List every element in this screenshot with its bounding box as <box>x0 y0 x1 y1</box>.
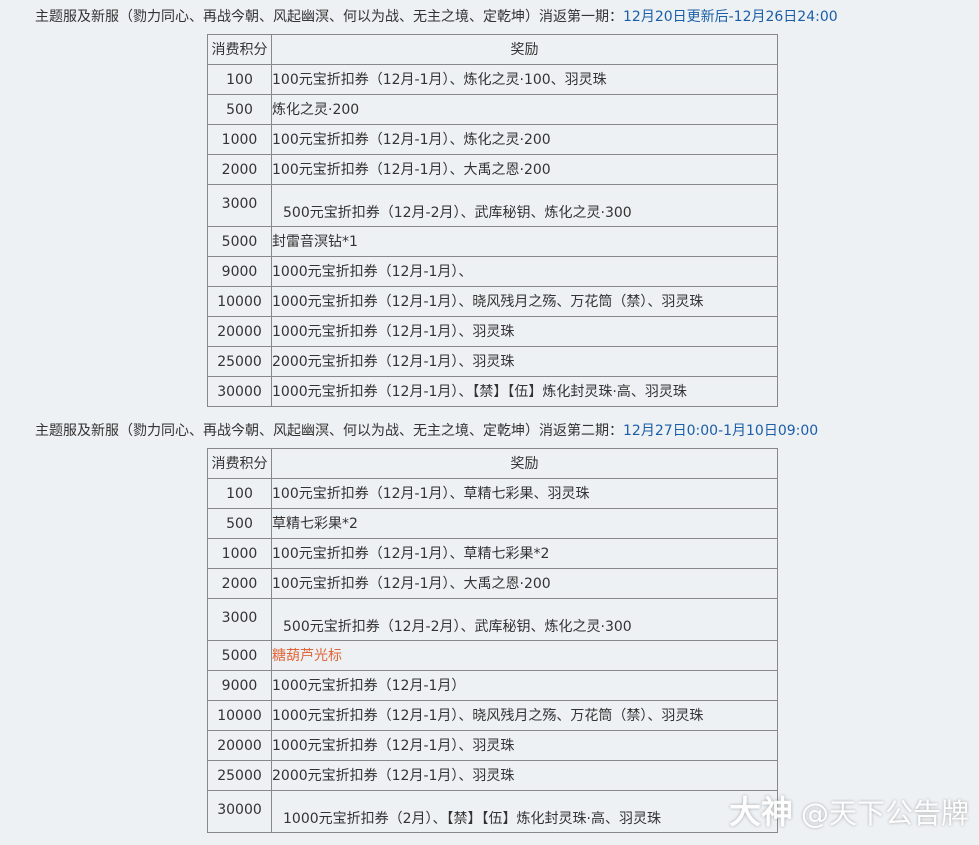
section2-title-prefix: 主题服及新服（勠力同心、再战今朝、风起幽溟、何以为战、无主之境、定乾坤）消返第二… <box>35 423 623 439</box>
points-cell: 2000 <box>207 568 272 599</box>
watermark: 大神 @天下公告牌 <box>729 787 969 833</box>
points-cell: 25000 <box>207 346 272 377</box>
points-cell: 1000 <box>207 538 272 569</box>
reward-cell: 100元宝折扣券（12月-1月）、炼化之灵·100、羽灵珠 <box>271 64 778 95</box>
reward-cell: 草精七彩果*2 <box>271 508 778 539</box>
points-cell: 500 <box>207 508 272 539</box>
table-row: 1000 100元宝折扣券（12月-1月）、草精七彩果*2 <box>207 538 778 569</box>
header-points: 消费积分 <box>207 448 272 479</box>
table-row: 30000 1000元宝折扣券（2月）、【禁】【伍】炼化封灵珠·高、羽灵珠 <box>207 790 778 833</box>
points-cell: 30000 <box>207 790 272 833</box>
section2-title: 主题服及新服（勠力同心、再战今朝、风起幽溟、何以为战、无主之境、定乾坤）消返第二… <box>35 422 818 440</box>
reward-cell: 1000元宝折扣券（12月-1月）、羽灵珠 <box>271 316 778 347</box>
watermark-text: @天下公告牌 <box>800 797 969 830</box>
points-cell: 9000 <box>207 670 272 701</box>
table-row: 20000 1000元宝折扣券（12月-1月）、羽灵珠 <box>207 730 778 761</box>
reward-cell: 100元宝折扣券（12月-1月）、草精七彩果*2 <box>271 538 778 569</box>
reward-cell: 100元宝折扣券（12月-1月）、炼化之灵·200 <box>271 124 778 155</box>
table-row: 500 草精七彩果*2 <box>207 508 778 539</box>
announcement-page: 主题服及新服（勠力同心、再战今朝、风起幽溟、何以为战、无主之境、定乾坤）消返第一… <box>0 0 979 845</box>
points-cell: 10000 <box>207 700 272 731</box>
reward-cell: 1000元宝折扣券（2月）、【禁】【伍】炼化封灵珠·高、羽灵珠 <box>271 790 778 833</box>
reward-cell: 100元宝折扣券（12月-1月）、大禹之恩·200 <box>271 154 778 185</box>
points-cell: 9000 <box>207 256 272 287</box>
section1-title-time: 12月20日更新后-12月26日24:00 <box>623 9 838 25</box>
reward-cell: 1000元宝折扣券（12月-1月）、【禁】【伍】炼化封灵珠·高、羽灵珠 <box>271 376 778 407</box>
points-cell: 20000 <box>207 730 272 761</box>
table-row: 5000 糖葫芦光标 <box>207 640 778 671</box>
reward-cell: 1000元宝折扣券（12月-1月）、羽灵珠 <box>271 730 778 761</box>
table-row: 30000 1000元宝折扣券（12月-1月）、【禁】【伍】炼化封灵珠·高、羽灵珠 <box>207 376 778 407</box>
watermark-logo: 大神 <box>728 793 793 831</box>
points-cell: 3000 <box>207 598 272 641</box>
table-header-row: 消费积分 奖励 <box>207 448 778 479</box>
section1-reward-table: 消费积分 奖励 100 100元宝折扣券（12月-1月）、炼化之灵·100、羽灵珠… <box>207 34 778 407</box>
reward-cell-highlight: 糖葫芦光标 <box>271 640 778 671</box>
reward-cell: 炼化之灵·200 <box>271 94 778 125</box>
table-row: 25000 2000元宝折扣券（12月-1月）、羽灵珠 <box>207 346 778 377</box>
reward-cell: 500元宝折扣券（12月-2月）、武库秘钥、炼化之灵·300 <box>271 184 778 227</box>
table-row: 100 100元宝折扣券（12月-1月）、草精七彩果、羽灵珠 <box>207 478 778 509</box>
table-header-row: 消费积分 奖励 <box>207 34 778 65</box>
points-cell: 10000 <box>207 286 272 317</box>
reward-cell: 2000元宝折扣券（12月-1月）、羽灵珠 <box>271 346 778 377</box>
reward-cell: 1000元宝折扣券（12月-1月）、 <box>271 256 778 287</box>
points-cell: 500 <box>207 94 272 125</box>
reward-cell: 封雷音溟钻*1 <box>271 226 778 257</box>
table-row: 3000 500元宝折扣券（12月-2月）、武库秘钥、炼化之灵·300 <box>207 598 778 641</box>
section2-title-time: 12月27日0:00-1月10日09:00 <box>623 423 819 439</box>
table-row: 10000 1000元宝折扣券（12月-1月）、晓风残月之殇、万花筒（禁）、羽灵珠 <box>207 700 778 731</box>
reward-cell: 2000元宝折扣券（12月-1月）、羽灵珠 <box>271 760 778 791</box>
table-row: 25000 2000元宝折扣券（12月-1月）、羽灵珠 <box>207 760 778 791</box>
points-cell: 30000 <box>207 376 272 407</box>
points-cell: 2000 <box>207 154 272 185</box>
points-cell: 100 <box>207 64 272 95</box>
table-row: 3000 500元宝折扣券（12月-2月）、武库秘钥、炼化之灵·300 <box>207 184 778 227</box>
points-cell: 5000 <box>207 640 272 671</box>
table-row: 1000 100元宝折扣券（12月-1月）、炼化之灵·200 <box>207 124 778 155</box>
table-row: 10000 1000元宝折扣券（12月-1月）、晓风残月之殇、万花筒（禁）、羽灵珠 <box>207 286 778 317</box>
header-reward: 奖励 <box>271 34 778 65</box>
table-row: 2000 100元宝折扣券（12月-1月）、大禹之恩·200 <box>207 154 778 185</box>
reward-cell: 100元宝折扣券（12月-1月）、草精七彩果、羽灵珠 <box>271 478 778 509</box>
points-cell: 1000 <box>207 124 272 155</box>
table-row: 100 100元宝折扣券（12月-1月）、炼化之灵·100、羽灵珠 <box>207 64 778 95</box>
points-cell: 20000 <box>207 316 272 347</box>
section1-title-prefix: 主题服及新服（勠力同心、再战今朝、风起幽溟、何以为战、无主之境、定乾坤）消返第一… <box>35 9 623 25</box>
table-row: 20000 1000元宝折扣券（12月-1月）、羽灵珠 <box>207 316 778 347</box>
table-row: 500 炼化之灵·200 <box>207 94 778 125</box>
table-row: 5000 封雷音溟钻*1 <box>207 226 778 257</box>
reward-cell: 500元宝折扣券（12月-2月）、武库秘钥、炼化之灵·300 <box>271 598 778 641</box>
points-cell: 3000 <box>207 184 272 227</box>
reward-cell: 1000元宝折扣券（12月-1月） <box>271 670 778 701</box>
reward-cell: 1000元宝折扣券（12月-1月）、晓风残月之殇、万花筒（禁）、羽灵珠 <box>271 700 778 731</box>
table-row: 2000 100元宝折扣券（12月-1月）、大禹之恩·200 <box>207 568 778 599</box>
points-cell: 100 <box>207 478 272 509</box>
section1-title: 主题服及新服（勠力同心、再战今朝、风起幽溟、何以为战、无主之境、定乾坤）消返第一… <box>35 8 838 26</box>
header-reward: 奖励 <box>271 448 778 479</box>
table-row: 9000 1000元宝折扣券（12月-1月）、 <box>207 256 778 287</box>
header-points: 消费积分 <box>207 34 272 65</box>
table-row: 9000 1000元宝折扣券（12月-1月） <box>207 670 778 701</box>
points-cell: 25000 <box>207 760 272 791</box>
reward-cell: 1000元宝折扣券（12月-1月）、晓风残月之殇、万花筒（禁）、羽灵珠 <box>271 286 778 317</box>
reward-cell: 100元宝折扣券（12月-1月）、大禹之恩·200 <box>271 568 778 599</box>
points-cell: 5000 <box>207 226 272 257</box>
section2-reward-table: 消费积分 奖励 100 100元宝折扣券（12月-1月）、草精七彩果、羽灵珠 50… <box>207 448 778 833</box>
